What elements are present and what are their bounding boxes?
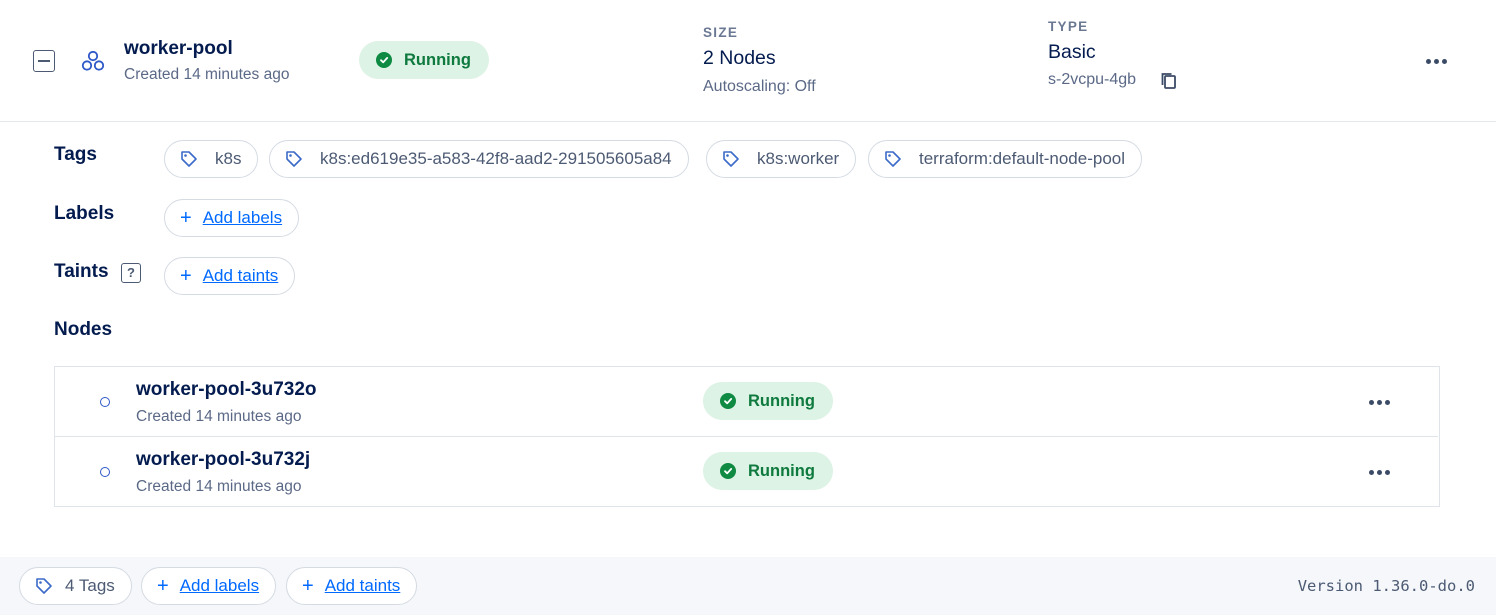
check-circle-icon bbox=[720, 463, 736, 479]
collapse-icon[interactable] bbox=[33, 50, 55, 72]
status-badge: Running bbox=[703, 382, 833, 420]
tag-pill[interactable]: k8s bbox=[164, 140, 259, 178]
footer-bar: 4 Tags + Add labels + Add taints Version… bbox=[0, 557, 1496, 615]
footer-add-taints-button[interactable]: + Add taints bbox=[286, 567, 418, 605]
copy-icon[interactable] bbox=[1159, 71, 1179, 91]
plus-icon: + bbox=[180, 207, 192, 229]
node-created: Created 14 minutes ago bbox=[136, 408, 302, 425]
node-status-dot-icon bbox=[100, 397, 110, 407]
tag-icon bbox=[286, 151, 302, 167]
size-value: 2 Nodes bbox=[703, 47, 776, 69]
check-circle-icon bbox=[720, 393, 736, 409]
tag-pill[interactable]: terraform:default-node-pool bbox=[868, 140, 1143, 178]
list-item: worker-pool-3u732o Created 14 minutes ag… bbox=[55, 367, 1438, 437]
plus-icon: + bbox=[157, 575, 169, 597]
tag-text: k8s:worker bbox=[757, 149, 840, 168]
tag-icon bbox=[181, 151, 197, 167]
node-pool-name: worker-pool bbox=[124, 38, 233, 59]
status-badge: Running bbox=[359, 41, 489, 79]
status-text: Running bbox=[748, 461, 815, 480]
node-status-dot-icon bbox=[100, 467, 110, 477]
status-text: Running bbox=[404, 50, 471, 69]
node-name: worker-pool-3u732o bbox=[136, 379, 317, 400]
plus-icon: + bbox=[302, 575, 314, 597]
tags-label: Tags bbox=[54, 144, 97, 165]
status-text: Running bbox=[748, 391, 815, 410]
type-label: TYPE bbox=[1048, 19, 1089, 34]
droplet-slug: s-2vcpu-4gb bbox=[1048, 71, 1137, 88]
status-badge: Running bbox=[703, 452, 833, 490]
tag-pill[interactable]: k8s:worker bbox=[706, 140, 857, 178]
more-icon[interactable] bbox=[1421, 51, 1451, 71]
tag-text: k8s bbox=[215, 149, 242, 168]
autoscaling-status: Autoscaling: Off bbox=[703, 78, 816, 95]
tag-text: k8s:ed619e35-a583-42f8-aad2-291505605a84 bbox=[320, 149, 672, 168]
node-name: worker-pool-3u732j bbox=[136, 449, 311, 470]
node-pool-created: Created 14 minutes ago bbox=[124, 66, 290, 83]
type-value: Basic bbox=[1048, 41, 1096, 63]
add-labels-link[interactable]: Add labels bbox=[203, 208, 282, 228]
tag-icon bbox=[885, 151, 901, 167]
size-label: SIZE bbox=[703, 25, 739, 40]
tag-icon bbox=[36, 578, 52, 594]
node-pool-header: worker-pool Created 14 minutes ago Runni… bbox=[0, 0, 1496, 122]
footer-add-taints-link[interactable]: Add taints bbox=[325, 576, 401, 596]
check-circle-icon bbox=[376, 52, 392, 68]
footer-add-labels-button[interactable]: + Add labels bbox=[141, 567, 277, 605]
more-icon[interactable] bbox=[1364, 392, 1394, 412]
add-taints-link[interactable]: Add taints bbox=[203, 266, 279, 286]
footer-add-labels-link[interactable]: Add labels bbox=[180, 576, 259, 596]
nodes-list: worker-pool-3u732o Created 14 minutes ag… bbox=[54, 366, 1440, 507]
help-icon[interactable]: ? bbox=[121, 263, 141, 283]
tag-icon bbox=[723, 151, 739, 167]
tags-count-text: 4 Tags bbox=[65, 576, 115, 595]
plus-icon: + bbox=[180, 265, 192, 287]
tags-count-button[interactable]: 4 Tags bbox=[19, 567, 132, 605]
more-icon[interactable] bbox=[1364, 462, 1394, 482]
add-taints-button[interactable]: + Add taints bbox=[164, 257, 296, 295]
list-item: worker-pool-3u732j Created 14 minutes ag… bbox=[55, 436, 1438, 506]
nodes-label: Nodes bbox=[54, 319, 113, 340]
add-labels-button[interactable]: + Add labels bbox=[164, 199, 300, 237]
labels-label: Labels bbox=[54, 203, 115, 224]
node-created: Created 14 minutes ago bbox=[136, 478, 302, 495]
taints-label: Taints bbox=[54, 261, 109, 282]
tag-text: terraform:default-node-pool bbox=[919, 149, 1126, 168]
node-pool-icon bbox=[81, 50, 105, 71]
tag-pill[interactable]: k8s:ed619e35-a583-42f8-aad2-291505605a84 bbox=[269, 140, 689, 178]
version-text: Version 1.36.0-do.0 bbox=[1297, 577, 1475, 595]
